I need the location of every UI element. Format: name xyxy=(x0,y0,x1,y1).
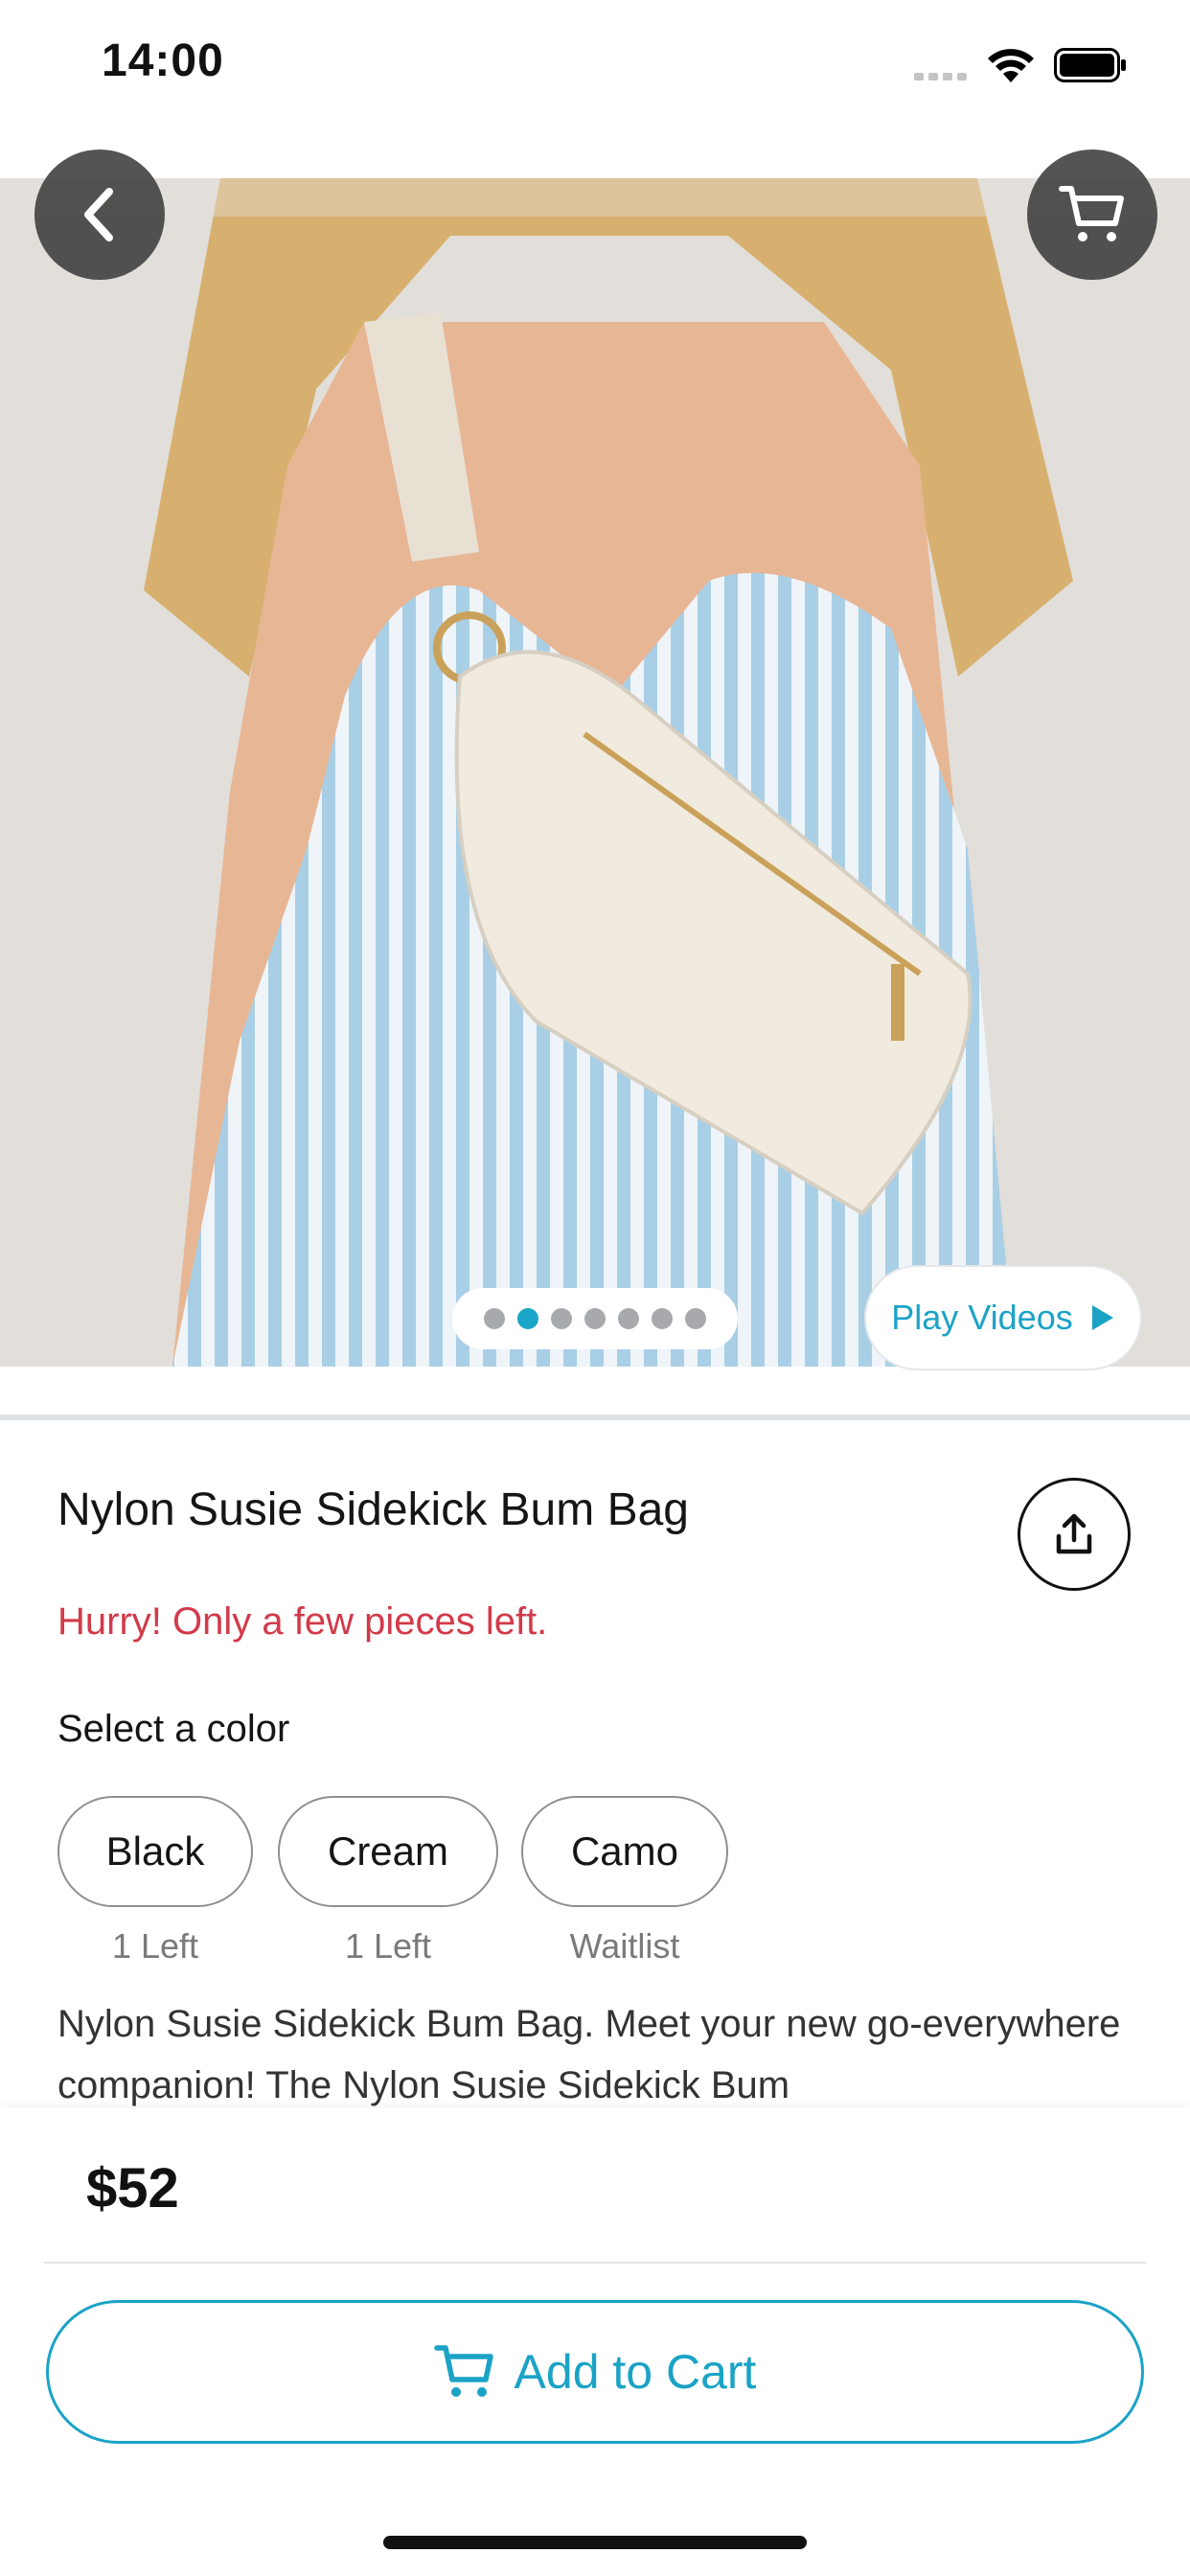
home-indicator[interactable] xyxy=(383,2536,807,2549)
play-icon xyxy=(1091,1305,1113,1330)
product-title: Nylon Susie Sidekick Bum Bag xyxy=(57,1484,689,1535)
play-videos-button[interactable]: Play Videos xyxy=(864,1265,1142,1370)
divider xyxy=(44,2262,1146,2264)
cart-icon xyxy=(1059,186,1124,242)
cart-icon xyxy=(433,2345,493,2397)
color-select-label: Select a color xyxy=(57,1708,290,1750)
color-option-black[interactable]: Black xyxy=(57,1796,253,1907)
pager-dot[interactable] xyxy=(685,1308,706,1329)
wifi-icon xyxy=(988,49,1034,82)
product-description: Nylon Susie Sidekick Bum Bag. Meet your … xyxy=(57,2003,1121,2106)
pager-dot[interactable] xyxy=(551,1308,572,1329)
signal-icon xyxy=(914,73,967,80)
share-button[interactable] xyxy=(1018,1478,1131,1591)
pager-dot[interactable] xyxy=(652,1308,673,1329)
color-option-camo[interactable]: Camo xyxy=(521,1796,728,1907)
color-stock-camo: Waitlist xyxy=(569,1926,680,1966)
add-to-cart-button[interactable]: Add to Cart xyxy=(46,2300,1144,2444)
product-photo xyxy=(0,178,1190,1367)
pager-dot[interactable] xyxy=(618,1308,639,1329)
add-to-cart-label: Add to Cart xyxy=(514,2345,757,2399)
play-videos-label: Play Videos xyxy=(891,1298,1073,1337)
pager-dot[interactable] xyxy=(484,1308,505,1329)
share-icon xyxy=(1056,1513,1092,1554)
chevron-left-icon xyxy=(84,188,113,242)
product-price: $52 xyxy=(86,2157,179,2220)
color-stock-cream: 1 Left xyxy=(344,1926,432,1966)
cart-button[interactable] xyxy=(1027,150,1157,280)
stock-warning: Hurry! Only a few pieces left. xyxy=(57,1600,548,1643)
color-option-cream[interactable]: Cream xyxy=(278,1796,498,1907)
divider xyxy=(0,1414,1190,1420)
color-stock-black: 1 Left xyxy=(111,1926,199,1966)
battery-icon xyxy=(1054,48,1126,82)
product-image[interactable] xyxy=(0,178,1190,1367)
back-button[interactable] xyxy=(34,150,165,280)
pager-dot-active[interactable] xyxy=(517,1308,538,1329)
status-bar: 14:00 xyxy=(0,0,1190,134)
pager-dot[interactable] xyxy=(584,1308,606,1329)
image-pager xyxy=(452,1288,738,1349)
status-time: 14:00 xyxy=(102,35,224,86)
